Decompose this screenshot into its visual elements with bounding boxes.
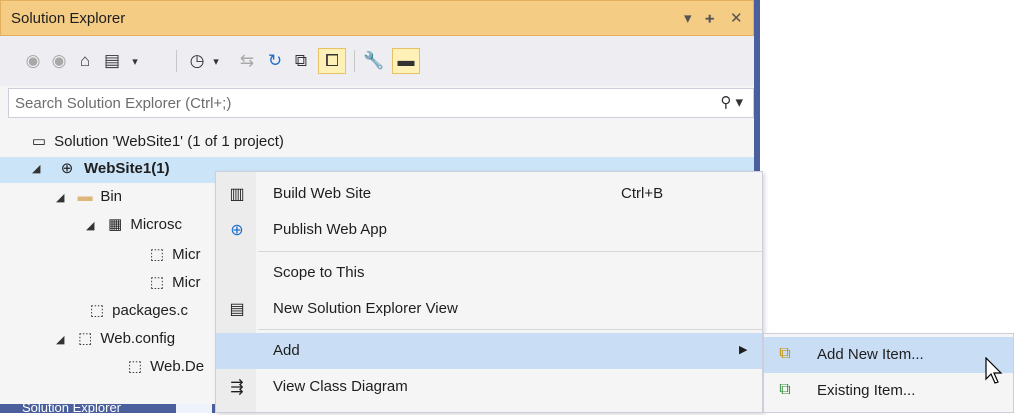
properties-icon[interactable]: 🔧 xyxy=(362,48,386,74)
window-position-dropdown-icon[interactable]: ▾ xyxy=(684,9,692,27)
assembly-icon: ▦ xyxy=(108,216,123,233)
tree-item-file[interactable]: ⬚ Micr xyxy=(146,271,201,295)
menu-separator xyxy=(258,329,762,330)
submenu-item-add-new-item[interactable]: ⧉ Add New Item... xyxy=(764,337,1013,373)
build-icon: ▥ xyxy=(229,186,245,203)
tree-item-packages[interactable]: ⬚ packages.c xyxy=(86,299,188,323)
tree-item-label: Web.De xyxy=(150,358,205,375)
config-file-icon: ⬚ xyxy=(78,330,93,347)
collapse-all-icon[interactable]: ⧉ xyxy=(290,48,312,74)
menu-item-label: New Solution Explorer View xyxy=(273,300,458,317)
tree-item-webdebug[interactable]: ⬚ Web.De xyxy=(124,355,204,379)
class-diagram-icon: ⇶ xyxy=(230,379,244,396)
tree-item-label: packages.c xyxy=(112,302,189,319)
submenu-arrow-icon: ▶ xyxy=(739,344,748,356)
tree-item-label: Solution 'WebSite1' (1 of 1 project) xyxy=(54,133,284,150)
existing-item-icon: ⧉ xyxy=(779,381,791,398)
menu-item-add[interactable]: Add ▶ xyxy=(216,333,762,369)
toolbar: ◉ ◉ ⌂ ▤ ▾ ◷ ▾ ⇆ ↻ ⧉ ⧠ 🔧 ▬ xyxy=(0,36,754,86)
menu-item-label: Add New Item... xyxy=(817,346,924,363)
sync-icon[interactable]: ⇆ xyxy=(236,48,258,74)
panel-title: Solution Explorer xyxy=(11,10,126,27)
publish-icon: ⊕ xyxy=(230,222,244,239)
tree-item-label: Micr xyxy=(172,246,201,263)
tree-item-label: WebSite1(1) xyxy=(84,160,170,177)
tree-item-solution[interactable]: ▭ Solution 'WebSite1' (1 of 1 project) xyxy=(28,130,284,154)
menu-item-label: Publish Web App xyxy=(273,221,387,238)
pending-changes-dropdown-icon[interactable]: ▾ xyxy=(210,48,222,74)
menu-separator xyxy=(258,251,762,252)
expand-arrow-icon[interactable]: ◢ xyxy=(56,328,70,352)
context-menu: ▥ Build Web Site Ctrl+B ⊕ Publish Web Ap… xyxy=(215,171,763,413)
expand-arrow-icon[interactable]: ◢ xyxy=(86,214,100,238)
expand-arrow-icon[interactable]: ◢ xyxy=(32,157,46,181)
menu-item-scope-to-this[interactable]: Scope to This xyxy=(216,255,762,291)
tree-item-label: Microsc xyxy=(130,216,183,233)
tree-item-file[interactable]: ⬚ Micr xyxy=(146,243,201,267)
panel-title-bar: Solution Explorer ▾ ᚐ ✕ xyxy=(0,0,754,36)
menu-item-label: View Class Diagram xyxy=(273,378,408,395)
switch-views-icon[interactable]: ▤ xyxy=(98,48,126,74)
solution-icon: ▭ xyxy=(31,133,47,150)
add-submenu: ⧉ Add New Item... ⧉ Existing Item... xyxy=(763,333,1014,413)
file-link-icon: ⬚ xyxy=(149,246,165,263)
submenu-item-existing-item[interactable]: ⧉ Existing Item... xyxy=(764,373,1013,409)
website-globe-icon: ⊕ xyxy=(60,160,74,177)
close-icon[interactable]: ✕ xyxy=(730,9,743,27)
show-all-files-icon[interactable]: ⧠ xyxy=(318,48,346,74)
preview-icon[interactable]: ▬ xyxy=(392,48,420,74)
menu-item-label: Existing Item... xyxy=(817,382,916,399)
pin-icon[interactable]: ᚐ xyxy=(706,9,713,27)
menu-item-build-web-site[interactable]: ▥ Build Web Site Ctrl+B xyxy=(216,176,762,212)
menu-item-shortcut: Ctrl+B xyxy=(621,185,664,202)
folder-icon: ▬ xyxy=(77,188,93,205)
file-link-icon: ⬚ xyxy=(149,274,165,291)
tab-active[interactable] xyxy=(176,404,212,413)
switch-views-dropdown-icon[interactable]: ▾ xyxy=(128,48,142,74)
menu-item-label: Build Web Site xyxy=(273,185,372,202)
tree-item-bin[interactable]: ◢ ▬ Bin xyxy=(56,185,122,209)
tree-item-webconfig[interactable]: ◢ ⬚ Web.config xyxy=(56,327,175,351)
tree-item-label: Micr xyxy=(172,274,201,291)
mouse-cursor-icon xyxy=(985,357,1003,384)
forward-icon[interactable]: ◉ xyxy=(48,48,70,74)
search-input[interactable] xyxy=(9,89,695,117)
toolbar-separator xyxy=(176,50,177,72)
expand-arrow-icon[interactable]: ◢ xyxy=(56,186,70,210)
tree-item-label: Bin xyxy=(100,188,123,205)
add-new-item-icon: ⧉ xyxy=(779,345,791,362)
menu-item-new-solution-explorer-view[interactable]: ▤ New Solution Explorer View xyxy=(216,291,762,327)
search-box[interactable]: ⚲ ▾ xyxy=(8,88,754,118)
toolbar-separator xyxy=(354,50,355,72)
pending-changes-icon[interactable]: ◷ xyxy=(186,48,208,74)
back-icon[interactable]: ◉ xyxy=(22,48,44,74)
config-file-icon: ⬚ xyxy=(89,302,105,319)
new-view-icon: ▤ xyxy=(229,301,245,318)
file-link-icon: ⬚ xyxy=(127,358,143,375)
menu-item-view-class-diagram[interactable]: ⇶ View Class Diagram xyxy=(216,369,762,405)
home-icon[interactable]: ⌂ xyxy=(74,48,96,74)
menu-item-label: Scope to This xyxy=(273,264,365,281)
tree-item-microsoft[interactable]: ◢ ▦ Microsc xyxy=(86,213,182,237)
tree-item-label: Web.config xyxy=(100,330,176,347)
menu-item-label: Add xyxy=(273,342,300,359)
menu-item-publish-web-app[interactable]: ⊕ Publish Web App xyxy=(216,212,762,248)
refresh-icon[interactable]: ↻ xyxy=(264,48,286,74)
search-icon[interactable]: ⚲ ▾ xyxy=(720,93,743,111)
